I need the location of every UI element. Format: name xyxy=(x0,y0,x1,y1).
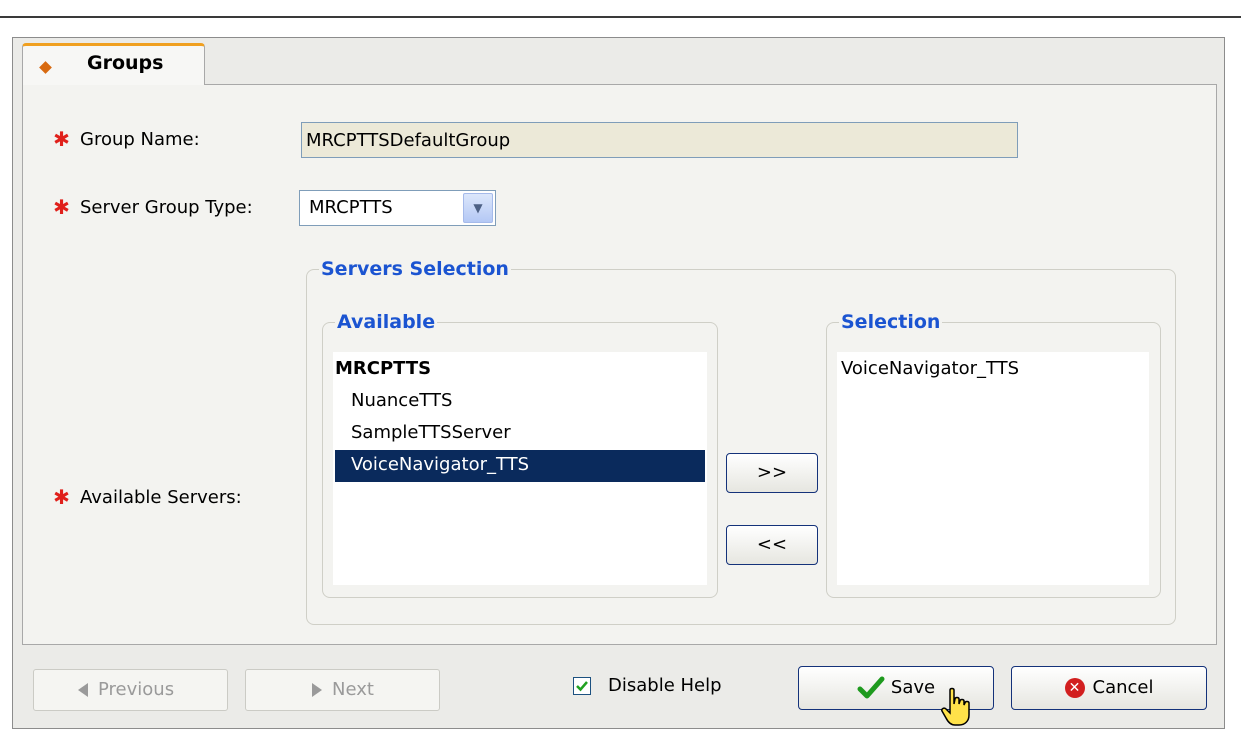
cancel-button[interactable]: ✕ Cancel xyxy=(1011,666,1207,710)
tab-label: Groups xyxy=(87,52,164,74)
list-item[interactable]: VoiceNavigator_TTS xyxy=(841,354,1019,384)
check-icon xyxy=(576,681,588,692)
checkmark-icon xyxy=(857,676,885,699)
available-servers-label: Available Servers: xyxy=(80,487,242,508)
list-item[interactable]: SampleTTSServer xyxy=(351,418,511,448)
required-icon: ✱ xyxy=(53,485,70,509)
next-label: Next xyxy=(332,679,374,700)
arrow-right-icon xyxy=(312,683,322,697)
previous-button[interactable]: Previous xyxy=(33,669,228,711)
cancel-icon: ✕ xyxy=(1064,678,1085,698)
available-list[interactable]: MRCPTTS NuanceTTS SampleTTSServer VoiceN… xyxy=(333,352,707,585)
chevron-down-icon[interactable]: ▼ xyxy=(463,193,493,223)
list-item[interactable]: NuanceTTS xyxy=(351,386,452,416)
remove-server-button[interactable]: << xyxy=(726,525,818,565)
server-group-type-label: Server Group Type: xyxy=(80,197,253,218)
group-name-label: Group Name: xyxy=(80,129,200,150)
servers-selection-title: Servers Selection xyxy=(321,258,509,280)
tab-groups[interactable]: Groups xyxy=(22,43,205,85)
previous-label: Previous xyxy=(98,679,175,700)
disable-help-checkbox[interactable] xyxy=(573,677,591,695)
required-icon: ✱ xyxy=(53,195,70,219)
selection-title: Selection xyxy=(841,311,941,333)
add-server-button[interactable]: >> xyxy=(726,453,818,493)
cancel-label: Cancel xyxy=(1092,677,1154,698)
next-button[interactable]: Next xyxy=(245,669,440,711)
required-icon: ✱ xyxy=(53,127,70,151)
group-name-field[interactable]: MRCPTTSDefaultGroup xyxy=(301,122,1018,158)
list-group-header: MRCPTTS xyxy=(335,358,432,379)
available-title: Available xyxy=(337,311,436,333)
server-group-type-select[interactable]: MRCPTTS ▼ xyxy=(299,190,496,226)
hand-cursor-icon xyxy=(941,687,970,726)
selection-list[interactable]: VoiceNavigator_TTS xyxy=(837,352,1149,585)
server-group-type-value: MRCPTTS xyxy=(309,197,393,218)
disable-help-label: Disable Help xyxy=(608,675,722,696)
top-separator xyxy=(0,16,1241,18)
list-item-selected[interactable]: VoiceNavigator_TTS xyxy=(335,450,705,482)
save-label: Save xyxy=(890,677,936,698)
diamond-icon xyxy=(39,61,52,74)
arrow-left-icon xyxy=(78,683,88,697)
